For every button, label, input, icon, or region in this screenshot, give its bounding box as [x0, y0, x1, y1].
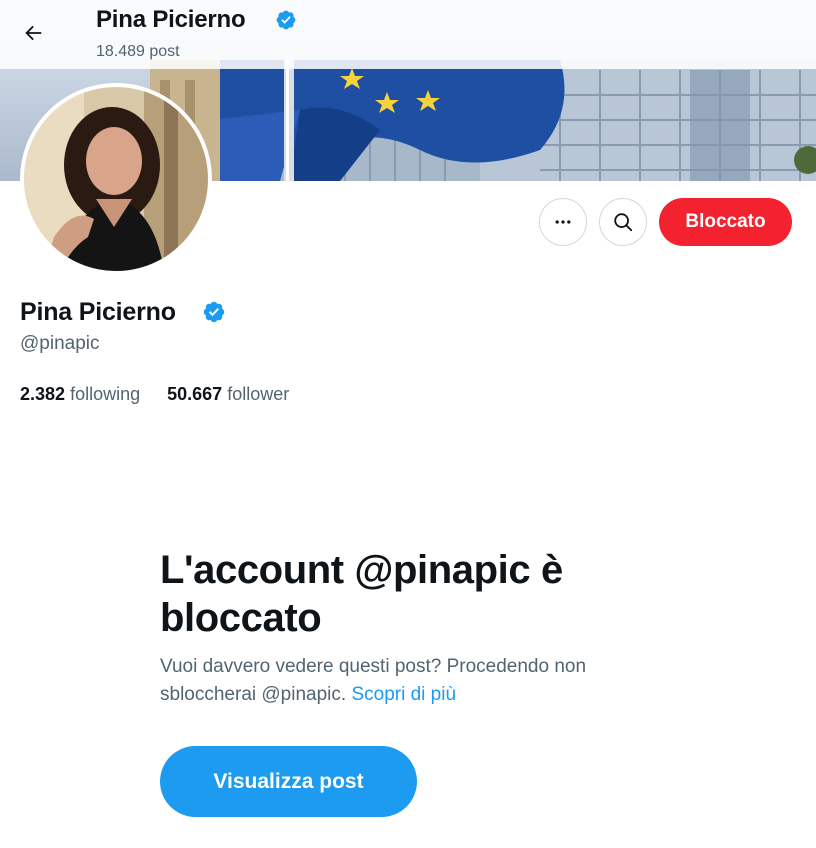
follower-count: 50.667 — [167, 384, 223, 404]
following-count: 2.382 — [20, 384, 66, 404]
blocked-title: L'account @pinapic è bloccato — [160, 548, 563, 640]
search-button[interactable] — [599, 198, 647, 246]
more-button[interactable] — [539, 198, 587, 246]
verified-badge-icon — [275, 9, 297, 36]
verified-badge-icon — [202, 300, 226, 329]
post-count: 18.489 post — [96, 43, 180, 60]
profile-handle: @pinapic — [20, 333, 100, 354]
profile-stats: 2.382 following 50.667 follower — [20, 384, 289, 405]
follower-link[interactable]: 50.667 follower — [167, 384, 289, 405]
header-name: Pina Picierno — [96, 6, 246, 33]
blocked-button[interactable]: Bloccato — [659, 198, 792, 246]
follower-label: follower — [227, 384, 290, 404]
back-button[interactable] — [14, 14, 52, 52]
arrow-left-icon — [25, 25, 42, 41]
view-posts-button[interactable]: Visualizza post — [160, 746, 417, 817]
following-label: following — [70, 384, 141, 404]
search-icon — [614, 213, 633, 232]
top-header: Pina Picierno 18.489 post — [0, 0, 816, 69]
following-link[interactable]: 2.382 following — [20, 384, 140, 405]
more-icon — [555, 220, 571, 224]
blocked-description: Vuoi davvero vedere questi post? Procede… — [160, 653, 680, 709]
avatar[interactable] — [20, 83, 212, 275]
avatar-image — [24, 87, 208, 271]
profile-name: Pina Picierno — [20, 298, 176, 326]
learn-more-link[interactable]: Scopri di più — [351, 684, 456, 705]
